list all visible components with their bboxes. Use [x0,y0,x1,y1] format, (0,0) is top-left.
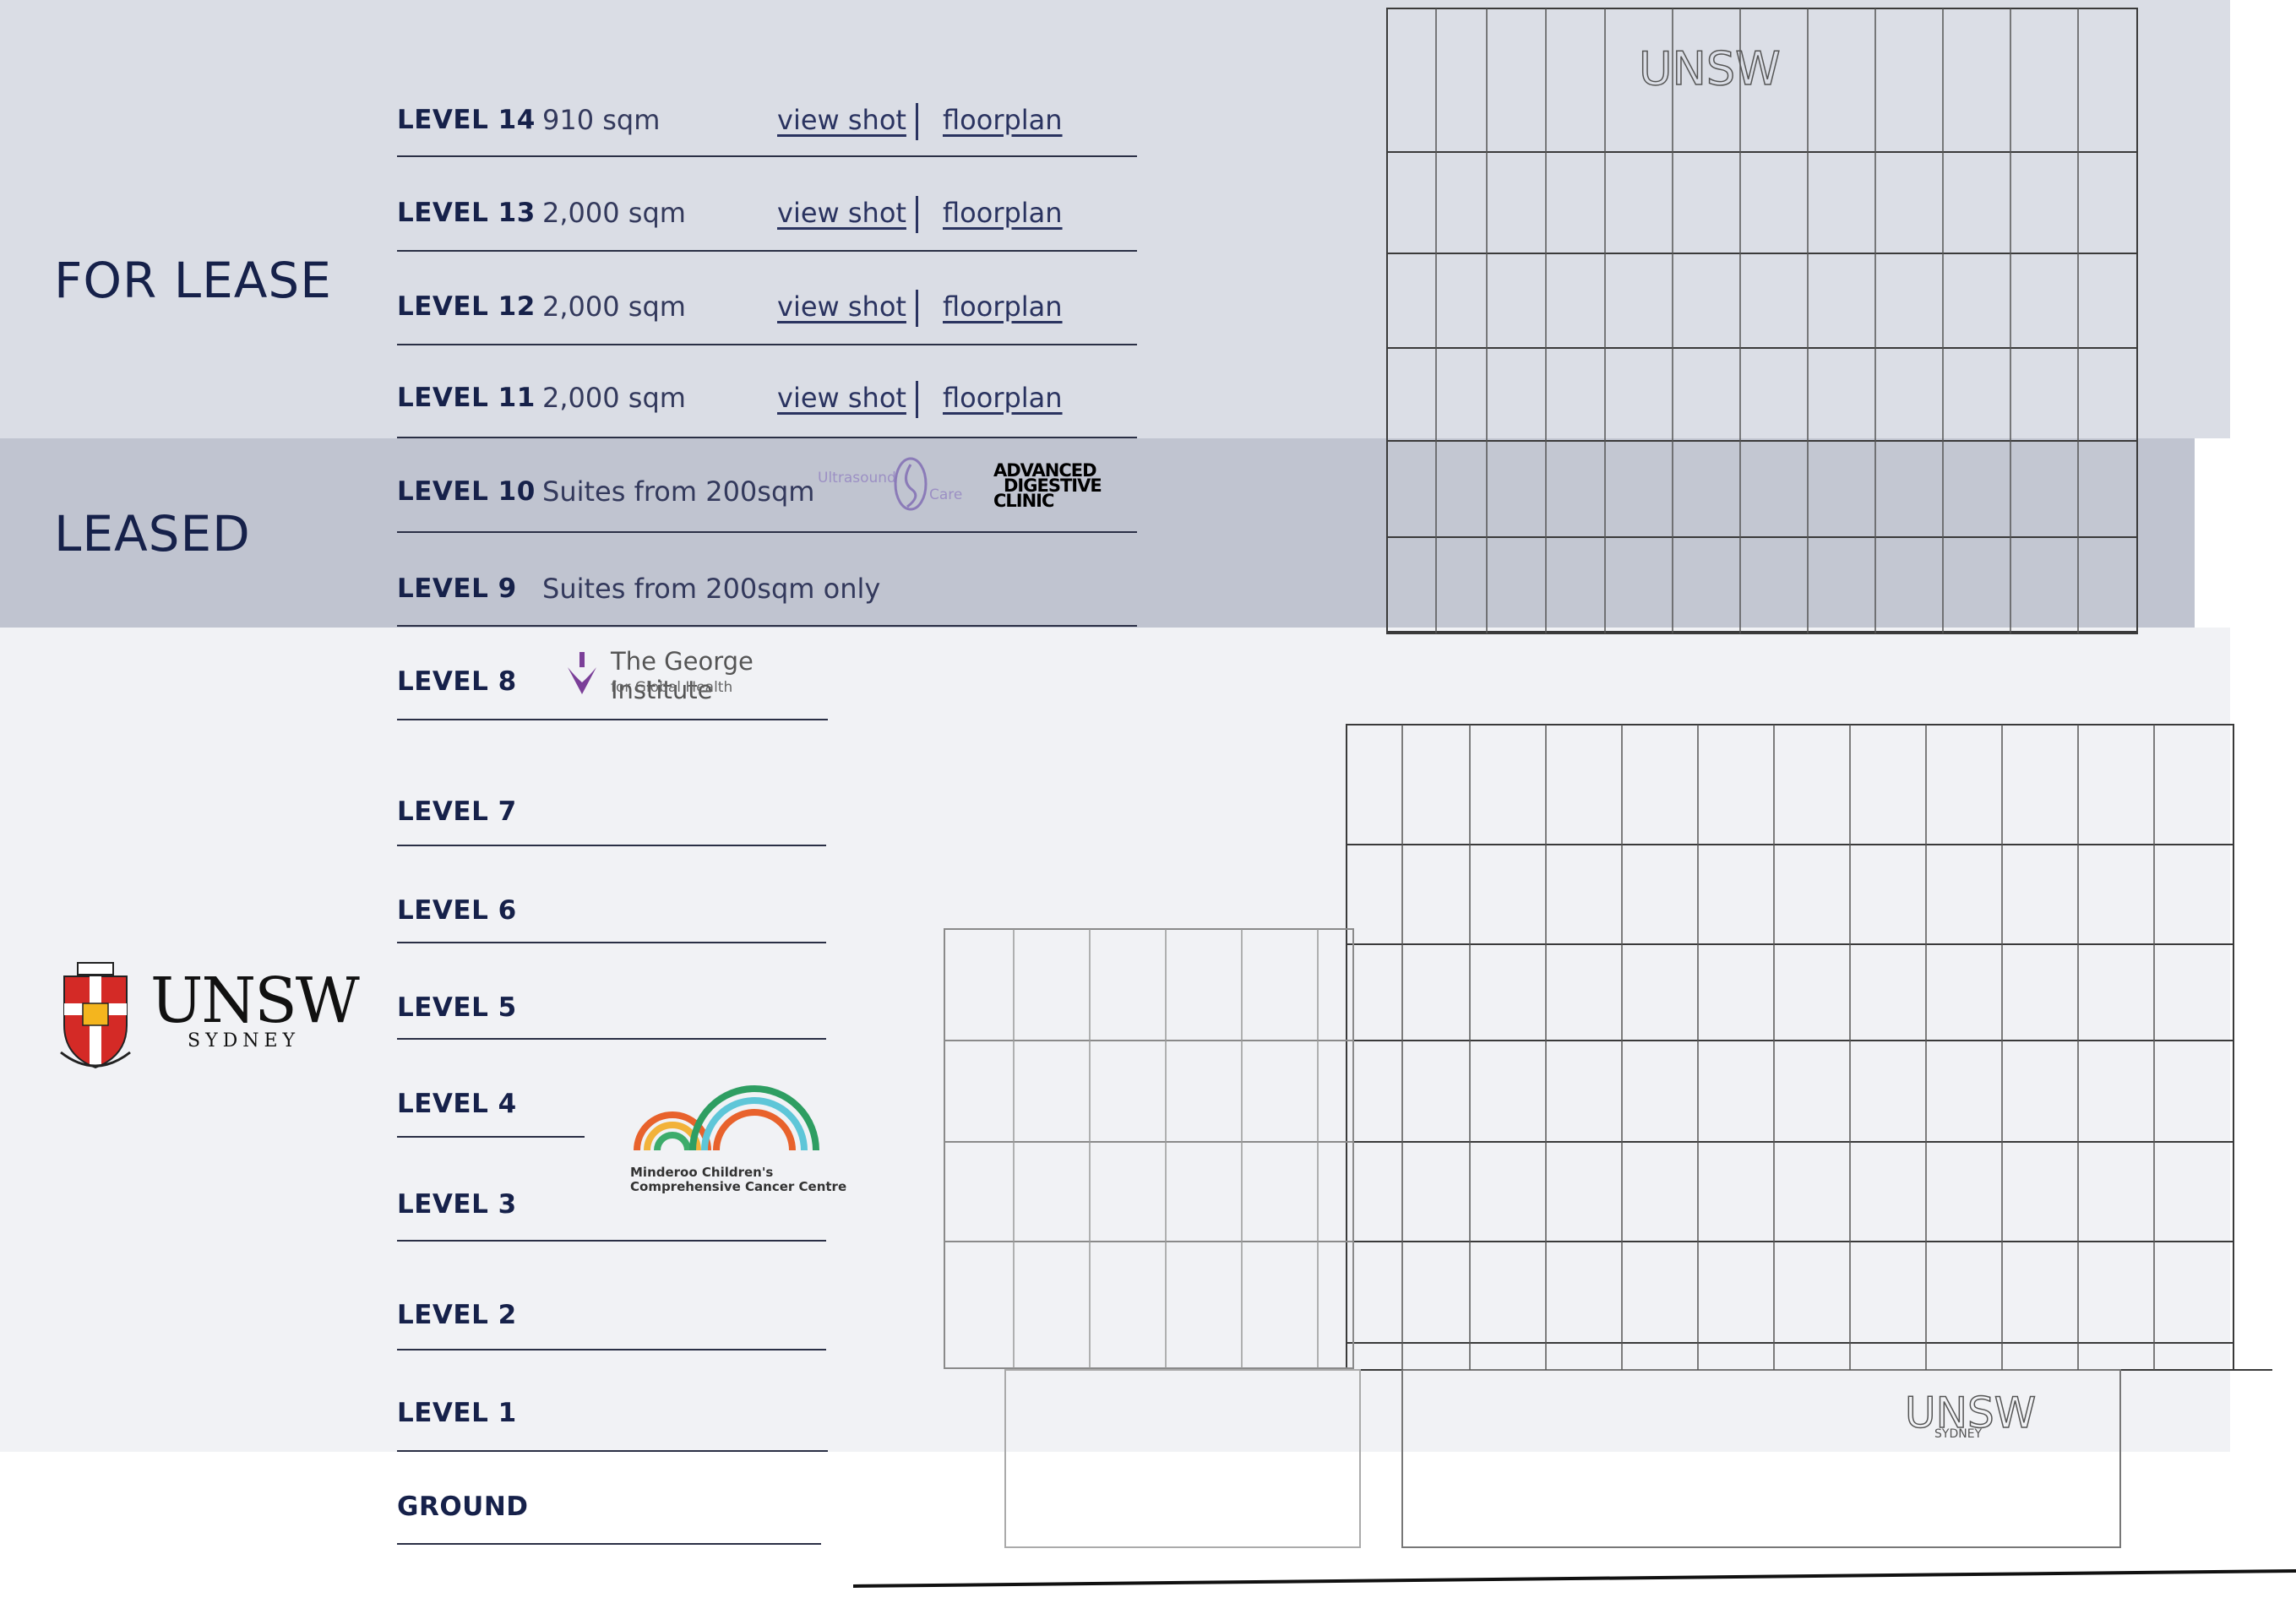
ground-level-label: GROUND [397,1492,529,1522]
level-divider [397,1349,826,1350]
ultrasound-care-mark-icon [894,457,928,511]
level-7-label: LEVEL 7 [397,796,517,827]
level-14-floorplan-link[interactable]: floorplan [943,104,1063,136]
building-sign-top: UNSW [1639,42,1781,95]
link-separator [916,196,918,233]
level-divider [397,719,828,720]
unsw-wordmark: UNSW [150,965,360,1037]
level-4-label: LEVEL 4 [397,1089,517,1119]
level-10-label: LEVEL 10 [397,476,536,507]
level-9-label: LEVEL 9 [397,573,517,604]
level-11-area: 2,000 sqm [542,382,686,414]
level-10-area: Suites from 200sqm [542,476,815,508]
level-13-label: LEVEL 13 [397,198,536,228]
minderoo-line-1: Minderoo Children's [630,1165,774,1180]
level-13-area: 2,000 sqm [542,197,686,229]
advanced-digestive-clinic-logo: ADVANCED DIGESTIVE CLINIC [993,462,1129,515]
level-6-label: LEVEL 6 [397,895,517,926]
level-12-area: 2,000 sqm [542,291,686,323]
level-divider [397,1136,585,1138]
level-11-floorplan-link[interactable]: floorplan [943,382,1063,414]
level-divider [397,344,1137,345]
level-11-view-shot-link[interactable]: view shot [777,382,906,414]
level-14-view-shot-link[interactable]: view shot [777,104,906,136]
care-logo-text: Care [929,486,963,503]
level-13-view-shot-link[interactable]: view shot [777,197,906,229]
level-1-label: LEVEL 1 [397,1398,517,1428]
level-14-label: LEVEL 14 [397,105,536,135]
minderoo-rainbow-icon [634,1085,819,1151]
link-separator [916,103,918,140]
george-institute-mark-icon [568,652,596,694]
minderoo-logo: Minderoo Children's Comprehensive Cancer… [628,1081,846,1199]
ultrasound-logo-text: Ultrasound [818,470,896,486]
level-divider [397,155,1137,157]
level-12-floorplan-link[interactable]: floorplan [943,291,1063,323]
unsw-logo: UNSW SYDNEY [59,961,360,1079]
unsw-crest-icon [60,962,131,1069]
george-institute-logo: The George Institute for Global Health [564,647,835,704]
level-divider [397,1038,826,1040]
level-divider [397,437,1137,438]
for-lease-heading: FOR LEASE [54,252,332,309]
ultrasound-care-logo: Ultrasound Care [818,456,966,515]
level-12-label: LEVEL 12 [397,291,536,322]
level-5-label: LEVEL 5 [397,992,517,1023]
level-divider [397,1450,828,1452]
link-separator [916,381,918,418]
leased-heading: LEASED [54,505,251,562]
minderoo-line-2: Comprehensive Cancer Centre [630,1179,847,1194]
level-13-floorplan-link[interactable]: floorplan [943,197,1063,229]
level-3-label: LEVEL 3 [397,1189,517,1220]
level-8-label: LEVEL 8 [397,666,517,697]
level-divider [397,625,1137,627]
level-divider [397,942,826,943]
level-2-label: LEVEL 2 [397,1300,517,1330]
level-divider [397,1240,826,1242]
level-12-view-shot-link[interactable]: view shot [777,291,906,323]
level-divider [397,1543,821,1545]
level-divider [397,250,1137,252]
george-institute-subtitle: for Global Health [611,679,733,696]
link-separator [916,290,918,327]
level-divider [397,845,826,846]
building-elevation-drawing: UNSW UNSW SYDNEY [853,8,2296,1588]
level-14-area: 910 sqm [542,104,661,136]
unsw-sydney-subtitle: SYDNEY [188,1030,301,1052]
level-11-label: LEVEL 11 [397,383,536,413]
building-sign-ground-sub: SYDNEY [1934,1427,1983,1441]
level-divider [397,531,1137,533]
level-9-area: Suites from 200sqm only [542,573,881,605]
